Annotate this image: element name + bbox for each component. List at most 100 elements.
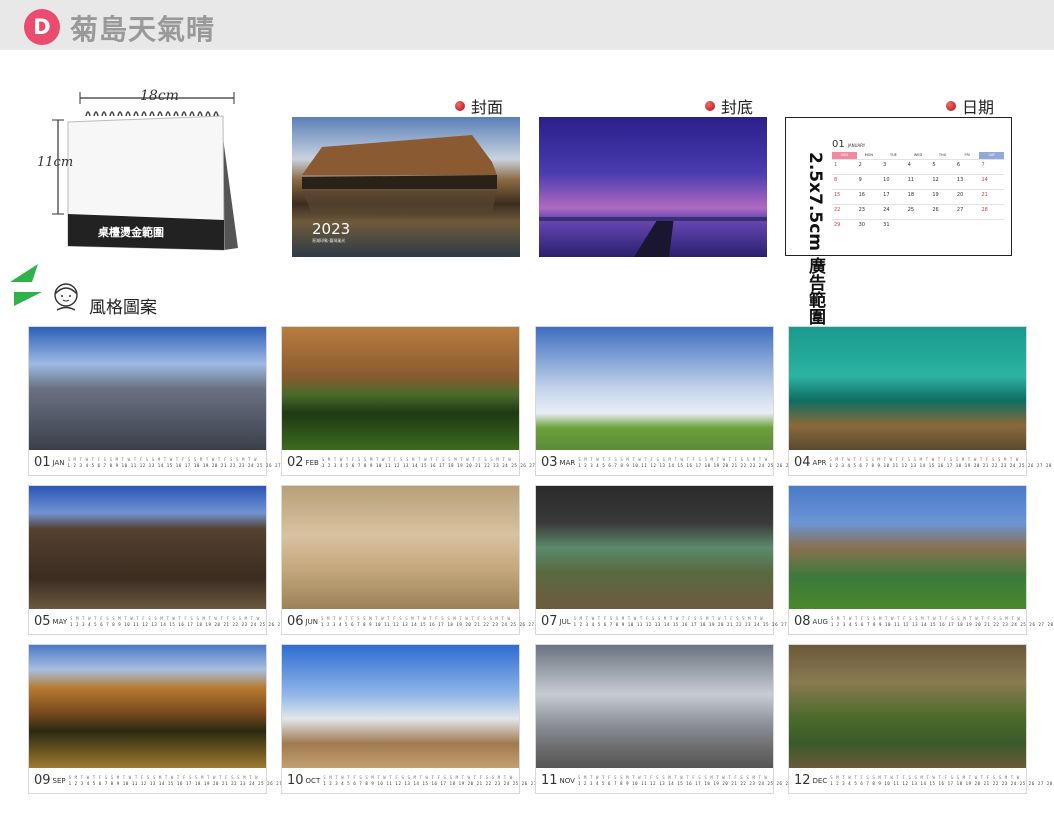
month-number: 09 [34,773,51,788]
month-name: MAY [52,617,68,626]
weekday-mon: MON [864,153,874,157]
calendar-day-cell: 22 [834,207,841,213]
month-photo [536,327,773,450]
calendar-day-cell: 1 [834,162,838,168]
calendar-day-cell [955,220,980,234]
calendar-day-cell [930,220,955,234]
calendar-day-cell: 21 [981,192,988,198]
month-card: 06 JUN S M T W T F S S M T W T F S S M T W… [281,485,570,635]
month-card: 12 DEC S M T W T F S S M T W T F S S M T W… [788,644,1054,794]
month-strip: 10 OCT S M T W T F S S M T W T F S S M T W… [282,768,572,793]
month-name: JUN [305,617,318,626]
month-strip: 04 APR S M T W T F S S M T W T F S S M T W… [789,450,1054,475]
weekday-thu: THU [938,153,947,157]
month-photo [789,327,1026,450]
page-title: 菊島天氣晴 [70,13,216,46]
day-row: 1 2 3 4 5 6 7 8 9 10 11 12 13 14 15 16 1… [830,622,1054,627]
weekday-row: S M T W T F S S M T W T F S S M T W T F … [67,457,258,462]
month-card: 07 JUL S M T W T F S S M T W T F S S M T W… [535,485,823,635]
month-number: 08 [794,614,811,629]
calendar-day-cell: 4 [907,162,911,168]
day-row: 1 2 3 4 5 6 7 8 9 10 11 12 13 14 15 16 1… [830,781,1054,786]
month-strip: 03 MAR S M T W T F S S M T W T F S S M T W… [536,450,827,475]
month-strip: 07 JUL S M T W T F S S M T W T F S S M T W… [536,609,823,634]
month-number: 07 [541,614,558,629]
calendar-day-cell: 24 [883,207,890,213]
month-name: JUL [559,617,571,626]
calendar-day-cell: 8 [834,177,838,183]
calendar-day-cell: 25 [907,207,915,213]
back-label: 封底 [705,94,753,118]
base-text: 桌檯燙金範圍 [98,226,164,239]
calendar-day-cell: 3 [883,162,887,168]
back-preview [539,117,767,257]
month-strip: 05 MAY S M T W T F S S M T W T F S S M T W… [29,609,319,634]
day-list: S M T W T F S S M T W T F S S M T W T F … [574,616,824,627]
month-strip: 12 DEC S M T W T F S S M T W T F S S M T W… [789,768,1054,793]
calendar-day-cell: 9 [858,177,862,183]
month-name: AUG [812,617,828,626]
month-card: 02 FEB S M T W T F S S M T W T F S S M T W… [281,326,571,476]
calendar-day-cell: 17 [883,192,890,198]
month-number: 12 [794,773,811,788]
month-name: APR [812,458,827,467]
month-card: 05 MAY S M T W T F S S M T W T F S S M T W… [28,485,319,635]
weekday-row: S M T W T F S S M T W T F S S M T W T F … [573,616,764,621]
calendar-day-cell: 13 [956,177,964,183]
styles-label: 風格圖案 [89,298,157,318]
calendar-day-cell: 19 [932,192,939,198]
calendar-day-cell [979,220,1004,234]
cover-label: 封面 [455,94,503,118]
month-card: 08 AUG S M T W T F S S M T W T F S S M T W… [788,485,1054,635]
weekday-fri: FRI [964,153,970,157]
month-number: 01 [34,455,51,470]
weekday-row: S M T W T F S S M T W T F S S M T W T F … [829,457,1019,462]
month-name: SEP [52,776,66,785]
month-number: 10 [287,773,304,788]
green-arrow-icon [8,262,48,312]
month-number: 03 [541,455,558,470]
month-strip: 11 NOV S M T W T F S S M T W T F S S M T W… [536,768,827,793]
weekday-wed: WED [913,153,923,157]
calendar-day-cell: 5 [932,162,936,168]
month-card: 03 MAR S M T W T F S S M T W T F S S M T W… [535,326,827,476]
calendar-day-cell: 14 [981,177,988,183]
width-dimension: 18cm [140,88,179,104]
month-number: 11 [541,773,558,788]
day-row: 1 2 3 4 5 6 7 8 9 10 11 12 13 14 15 16 1… [573,622,824,627]
month-strip: 09 SEP S M T W T F S S M T W T F S S M T W… [29,768,318,793]
bullet-icon [946,101,956,111]
day-list: S M T W T F S S M T W T F S S M T W T F … [829,457,1054,468]
calendar-day-cell: 18 [907,192,915,198]
calendar-month-name: JANUARY [847,143,866,148]
bullet-icon [455,101,465,111]
month-name: FEB [305,458,319,467]
month-name: MAR [559,458,576,467]
month-card: 11 NOV S M T W T F S S M T W T F S S M T W… [535,644,827,794]
day-row: 1 2 3 4 5 6 7 8 9 10 11 12 13 14 15 16 1… [320,622,571,627]
calendar-week-row: 29 30 31 [832,219,1004,234]
calendar-week-row: 8 9 10 11 12 13 14 [832,174,1004,189]
month-number: 06 [287,614,304,629]
date-calendar-grid: 01 JANUARY SUN MON TUE WED THU FRI SAT 1… [832,139,1005,234]
cover-caption: 澎湖印象·臺灣風光 [312,238,346,243]
girl-avatar-icon [50,280,82,314]
calendar-day-cell: 31 [883,222,890,228]
day-list: S M T W T F S S M T W T F S S M T W T F … [321,616,571,627]
month-name: OCT [305,776,321,785]
month-card: 09 SEP S M T W T F S S M T W T F S S M T W… [28,644,318,794]
weekday-sun: SUN [832,152,857,159]
month-photo [789,486,1026,609]
month-name: NOV [559,776,575,785]
month-photo [29,327,266,450]
month-number: 05 [34,614,51,629]
month-photo [29,645,266,768]
weekday-row: S M T W T F S S M T W T F S S M T W T F … [830,775,1020,780]
month-photo [789,645,1026,768]
calendar-day-cell: 29 [834,222,841,228]
calendar-day-cell: 27 [956,207,964,213]
month-name: DEC [812,776,828,785]
calendar-day-cell: 11 [907,177,915,183]
month-photo [536,486,773,609]
day-list: S M T W T F S S M T W T F S S M T W T F … [68,457,318,468]
